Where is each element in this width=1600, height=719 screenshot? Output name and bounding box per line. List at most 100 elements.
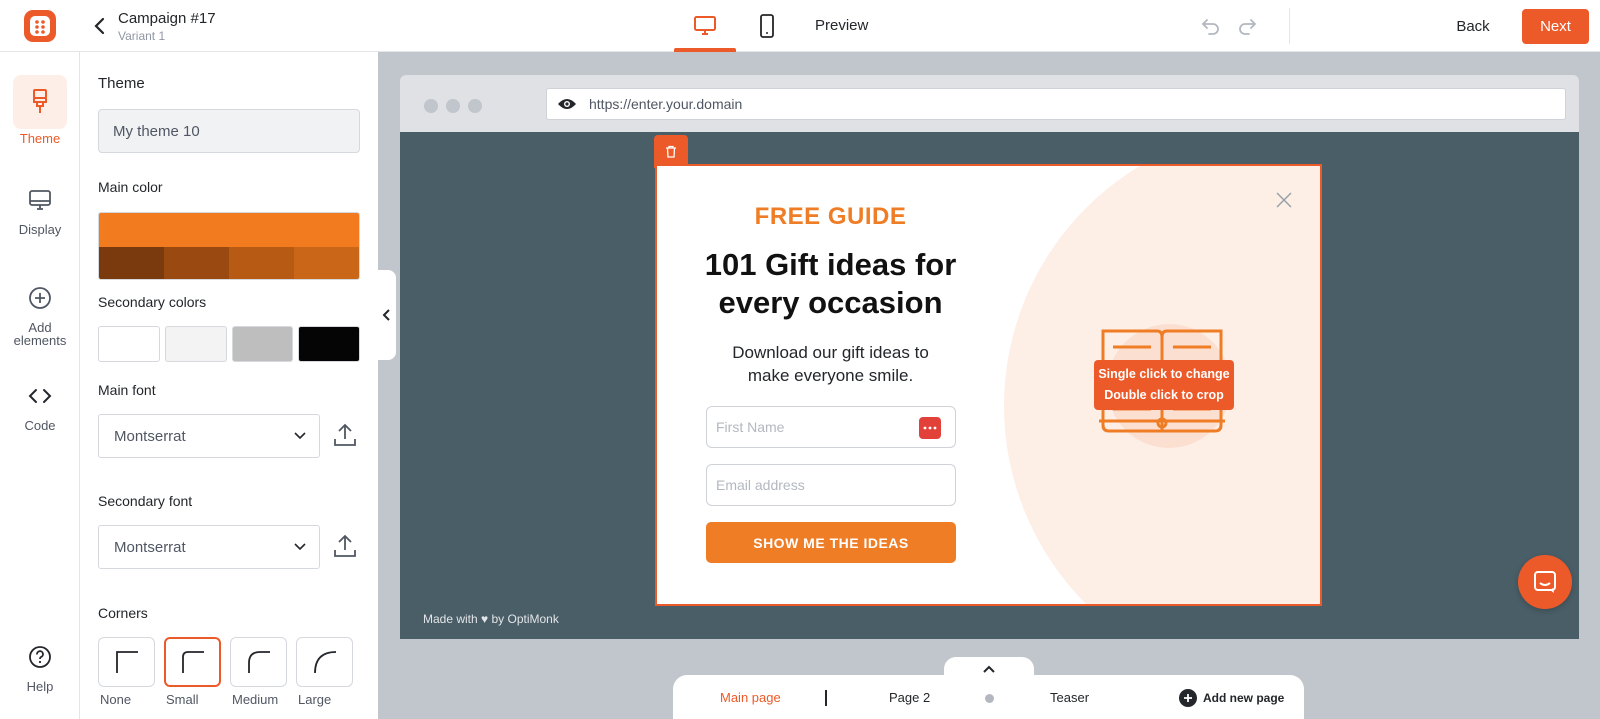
popup[interactable]: FREE GUIDE 101 Gift ideas for every occa…: [655, 164, 1322, 606]
secondary-color-swatch[interactable]: [231, 326, 294, 362]
secondary-colors-label: Secondary colors: [98, 294, 207, 310]
tab-teaser[interactable]: Teaser: [1050, 690, 1089, 705]
tab-separator: [825, 690, 827, 706]
secondary-color-swatch[interactable]: [164, 326, 227, 362]
main-color-base[interactable]: [99, 213, 359, 247]
image-edit-tooltip[interactable]: Single click to change Double click to c…: [1094, 360, 1234, 410]
add-circle-icon: [1179, 689, 1197, 707]
chat-button[interactable]: [1518, 555, 1572, 609]
nav-label-theme: Theme: [19, 131, 61, 146]
nav-item-help[interactable]: Help: [0, 637, 80, 693]
corner-large-icon: [313, 651, 336, 674]
undo-icon[interactable]: [1200, 16, 1222, 36]
tooltip-line: Single click to change: [1098, 367, 1230, 381]
popup-headline[interactable]: 101 Gift ideas for every occasion: [657, 246, 1004, 322]
add-new-page-button[interactable]: Add new page: [1179, 689, 1284, 707]
main-font-label: Main font: [98, 382, 156, 398]
theme-name-input[interactable]: [98, 109, 360, 153]
eye-icon: [558, 99, 576, 109]
preview-button[interactable]: Preview: [815, 17, 868, 34]
made-with-credit: Made with ♥ by OptiMonk: [423, 612, 559, 626]
headline-line: 101 Gift ideas for: [704, 247, 957, 282]
main-color-shade[interactable]: [99, 247, 164, 279]
optimonk-logo-icon[interactable]: [22, 8, 58, 44]
nav-item-code[interactable]: Code: [0, 376, 80, 432]
tab-page-2[interactable]: Page 2: [889, 690, 930, 705]
secondary-font-value: Montserrat: [114, 538, 186, 556]
close-icon[interactable]: [1274, 190, 1294, 210]
corner-medium[interactable]: Medium: [230, 637, 287, 707]
secondary-font-label: Secondary font: [98, 493, 193, 509]
popup-kicker[interactable]: FREE GUIDE: [657, 203, 1004, 231]
nav-label-help: Help: [26, 679, 54, 694]
back-button[interactable]: Back: [1440, 9, 1506, 43]
nav-item-add-elements[interactable]: Add elements: [0, 278, 80, 347]
theme-panel: Theme Main color Secondary colors Main f…: [80, 52, 378, 719]
nav-item-display[interactable]: Display: [0, 180, 80, 236]
upload-icon[interactable]: [332, 533, 358, 559]
secondary-colors: [98, 326, 360, 362]
url-text: https://enter.your.domain: [589, 96, 743, 112]
upload-icon[interactable]: [332, 422, 358, 448]
corner-label: Large: [298, 692, 332, 707]
subtext-line: Download our gift ideas to: [732, 343, 929, 362]
corner-none[interactable]: None: [98, 637, 155, 707]
mobile-view-button[interactable]: [736, 0, 798, 52]
page-tabs: Main page Page 2 Teaser Add new page: [673, 675, 1304, 719]
url-bar[interactable]: https://enter.your.domain: [546, 88, 1566, 120]
collapse-panel-button[interactable]: [378, 270, 396, 360]
nav-label-code: Code: [24, 418, 56, 433]
secondary-color-swatch[interactable]: [298, 326, 360, 362]
main-font-select[interactable]: Montserrat: [98, 414, 320, 458]
desktop-view-button[interactable]: [674, 0, 736, 52]
corner-square-icon: [115, 651, 138, 673]
left-nav: Theme Display Add elements Code Help: [0, 52, 80, 719]
paintbrush-icon: [33, 89, 47, 113]
next-button[interactable]: Next: [1522, 9, 1589, 44]
corner-label: Small: [166, 692, 199, 707]
mobile-icon: [760, 14, 774, 38]
corner-small-icon: [181, 651, 204, 673]
divider: [1289, 8, 1290, 44]
window-dots: [424, 99, 482, 113]
chat-icon: [1534, 571, 1556, 593]
add-new-page-label: Add new page: [1203, 691, 1285, 705]
main-color-shade[interactable]: [294, 247, 359, 279]
desktop-icon: [694, 16, 716, 35]
corner-label: Medium: [232, 692, 279, 707]
email-input[interactable]: Email address: [706, 464, 956, 506]
tab-main-page[interactable]: Main page: [720, 690, 781, 705]
secondary-color-swatch[interactable]: [98, 326, 160, 362]
main-font-value: Montserrat: [114, 427, 186, 445]
trash-icon: [666, 145, 676, 158]
corner-large[interactable]: Large: [296, 637, 353, 707]
chevron-left-icon[interactable]: [90, 16, 110, 36]
help-icon: [29, 646, 51, 668]
chevron-up-icon: [983, 665, 995, 673]
chevron-down-icon: [294, 432, 306, 440]
main-color-shade[interactable]: [229, 247, 294, 279]
campaign-title: Campaign #17: [118, 10, 216, 27]
popup-subtext[interactable]: Download our gift ideas to make everyone…: [657, 341, 1004, 387]
corners-label: Corners: [98, 605, 148, 621]
plus-circle-icon: [29, 287, 51, 309]
nav-item-theme[interactable]: Theme: [0, 75, 80, 145]
main-color-swatch[interactable]: [98, 212, 360, 280]
tooltip-line: Double click to crop: [1104, 388, 1224, 402]
show-ideas-button[interactable]: SHOW ME THE IDEAS: [706, 522, 956, 563]
corner-small[interactable]: Small: [164, 637, 221, 707]
theme-label: Theme: [98, 75, 145, 92]
password-manager-icon[interactable]: [919, 417, 941, 439]
secondary-font-select[interactable]: Montserrat: [98, 525, 320, 569]
chevron-left-icon: [382, 309, 390, 321]
corner-label: None: [100, 692, 132, 707]
code-icon: [28, 389, 52, 403]
monitor-icon: [29, 190, 51, 210]
first-name-input[interactable]: First Name: [706, 406, 956, 448]
main-color-shade[interactable]: [164, 247, 229, 279]
redo-icon[interactable]: [1236, 16, 1258, 36]
top-bar: Campaign #17 Variant 1 Preview Back Next: [0, 0, 1600, 52]
subtext-line: make everyone smile.: [747, 366, 914, 385]
nav-label-add-elements: Add elements: [13, 320, 67, 348]
email-placeholder: Email address: [716, 477, 805, 493]
